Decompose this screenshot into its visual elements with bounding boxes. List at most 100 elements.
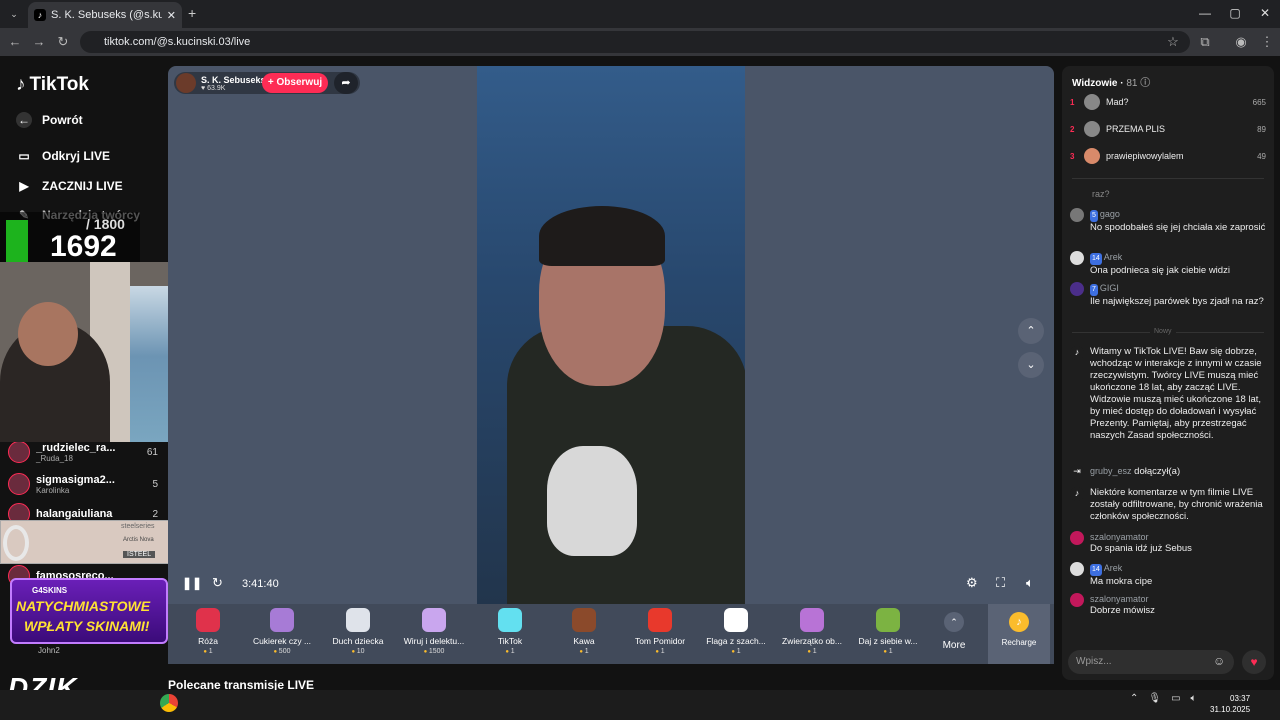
stream-timer: 3:41:40 xyxy=(242,578,279,590)
chat-input[interactable]: Wpisz... xyxy=(1068,650,1234,674)
avatar xyxy=(1070,282,1084,296)
avatar xyxy=(1070,562,1084,576)
steelseries-ad: steelseries Arctis Nova ISTEEL xyxy=(0,520,175,564)
volume-icon[interactable]: 🔈︎ xyxy=(1191,693,1197,704)
gift-item[interactable]: Wiruj i delektu...1500 xyxy=(398,608,470,660)
tab-title: S. K. Sebuseks (@s.kucinski xyxy=(51,9,162,21)
gift-item[interactable]: Cukierek czy ...500 xyxy=(246,608,318,660)
live-list-item[interactable]: _rudzielec_ra... _Ruda_18 61 xyxy=(8,438,158,466)
chat-message[interactable]: 7 GIGI Ile największej parówek bys zjadł n… xyxy=(1070,282,1266,308)
avatar xyxy=(1070,251,1084,265)
avatar xyxy=(1070,531,1084,545)
recharge-button[interactable]: ♪ Recharge xyxy=(988,604,1050,664)
chevron-up-icon[interactable]: ⌃ xyxy=(1018,318,1044,344)
coin-icon: ♪ xyxy=(1009,612,1029,632)
gift-icon xyxy=(422,608,446,632)
settings-icon[interactable]: ⚙ xyxy=(966,575,978,591)
avatar xyxy=(1084,94,1100,110)
shirt-print xyxy=(547,446,637,556)
fullscreen-icon[interactable]: ⛶ xyxy=(996,575,1005,591)
gift-item[interactable]: Róża1 xyxy=(172,608,244,660)
gift-item[interactable]: Flaga z szach...1 xyxy=(700,608,772,660)
network-icon[interactable]: ▭ xyxy=(1171,693,1180,704)
close-window-button[interactable]: ✕ xyxy=(1250,4,1280,22)
chat-message[interactable]: 14 Arek Ma mokra cipe xyxy=(1070,562,1266,588)
close-tab-icon[interactable]: ✕ xyxy=(167,9,176,22)
stream-video-frame xyxy=(477,66,745,604)
chat-message[interactable]: 14 Arek Ona podnieca się jak ciebie widzi xyxy=(1070,251,1266,277)
gift-item[interactable]: Zwierzątko ob...1 xyxy=(776,608,848,660)
tiktok-note-icon: ♪ xyxy=(16,74,26,95)
gift-icon xyxy=(648,608,672,632)
gift-icon xyxy=(800,608,824,632)
chrome-icon[interactable] xyxy=(160,694,178,712)
emoji-icon[interactable]: ☺ xyxy=(1213,654,1225,668)
viewers-header[interactable]: Widzowie · 81 ⓘ xyxy=(1072,74,1150,89)
back-arrow-icon[interactable]: ← xyxy=(6,33,24,51)
gift-icon xyxy=(876,608,900,632)
gift-icon xyxy=(572,608,596,632)
chat-message[interactable]: szalonyamator Dobrze mówisz xyxy=(1070,593,1266,617)
gift-item[interactable]: TikTok1 xyxy=(474,608,546,660)
profile-icon[interactable]: ◉ xyxy=(1232,33,1250,51)
pause-icon[interactable]: ❚❚ xyxy=(182,576,202,590)
reload-icon[interactable]: ↻ xyxy=(54,33,72,51)
new-tab-button[interactable]: + xyxy=(188,5,196,21)
browser-tab[interactable]: ♪ S. K. Sebuseks (@s.kucinski ✕ xyxy=(28,2,182,28)
arrow-left-icon: ← xyxy=(16,112,32,128)
forward-arrow-icon[interactable]: → xyxy=(30,33,48,51)
more-gifts-button[interactable]: ⌃ More xyxy=(938,612,970,651)
volume-icon[interactable]: 🔈︎ xyxy=(1026,575,1034,591)
back-button[interactable]: ← Powrót xyxy=(16,112,83,128)
tiktok-logo[interactable]: ♪ TikTok xyxy=(16,74,89,96)
chat-message[interactable]: 5 gago No spodobałeś się jej chciała xie z… xyxy=(1070,208,1266,234)
url-input[interactable]: tiktok.com/@s.kucinski.03/live xyxy=(80,31,1190,53)
refresh-icon[interactable]: ↻ xyxy=(212,575,223,591)
gift-item[interactable]: Tom Pomidor1 xyxy=(624,608,696,660)
sidebar-item-start-live[interactable]: ▶ ZACZNIJ LIVE xyxy=(16,178,122,194)
top-viewer-row[interactable]: 2 PRZEMA PLIS 89 xyxy=(1070,118,1266,140)
bookmark-star-icon[interactable]: ☆ xyxy=(1164,33,1182,51)
heart-icon[interactable]: ♥ xyxy=(1242,650,1266,674)
avatar xyxy=(1084,148,1100,164)
system-message: ♪ Witamy w TikTok LIVE! Baw się dobrze, w… xyxy=(1070,346,1266,442)
live-list-item[interactable]: sigmasigma2... Karolinka 5 xyxy=(8,470,158,498)
gift-item[interactable]: Daj z siebie w...1 xyxy=(852,608,924,660)
sidebar-item-discover-live[interactable]: ▭ Odkryj LIVE xyxy=(16,148,110,164)
system-message: ♪ Niektóre komentarze w tym filmie LIVE z… xyxy=(1070,487,1266,523)
new-messages-label: Nowy xyxy=(1150,328,1176,335)
gift-item[interactable]: Duch dziecka10 xyxy=(322,608,394,660)
promo-banner: G4SKINS NATYCHMIASTOWE WPŁATY SKINAMI! xyxy=(10,578,168,644)
gift-item[interactable]: Kawa1 xyxy=(548,608,620,660)
chat-partial: raz? xyxy=(1092,189,1110,199)
follow-button[interactable]: + Obserwuj xyxy=(262,73,328,93)
top-viewer-row[interactable]: 1 Mad? 665 xyxy=(1070,91,1266,113)
gift-icon xyxy=(270,608,294,632)
mic-icon[interactable]: 🎙︎ xyxy=(1148,693,1161,704)
host-likes: ♥ 63.9K xyxy=(201,84,226,92)
clock[interactable]: 03:37 31.10.2025 xyxy=(1210,693,1250,715)
live-list-sub: John2 xyxy=(38,646,60,655)
join-message: ⇥ gruby_esz dołączył(a) xyxy=(1070,465,1266,479)
host-avatar xyxy=(176,73,196,93)
divider xyxy=(1072,178,1264,179)
chevron-up-icon[interactable]: ⌃ xyxy=(1130,693,1138,704)
menu-icon[interactable]: ⋮ xyxy=(1258,33,1276,51)
chat-message[interactable]: szalonyamator Do spania idź już Sebus xyxy=(1070,531,1266,555)
maximize-button[interactable]: ▢ xyxy=(1220,4,1250,22)
tv-icon: ▭ xyxy=(18,149,30,163)
share-icon[interactable]: ➦ xyxy=(334,72,358,94)
person-hair xyxy=(539,206,665,266)
chevron-down-icon[interactable]: ⌄ xyxy=(1018,352,1044,378)
headphones-icon xyxy=(3,525,29,561)
avatar xyxy=(8,473,30,495)
progress-indicator xyxy=(6,220,28,264)
gift-icon xyxy=(498,608,522,632)
tab-search-icon[interactable]: ⌄ xyxy=(6,6,22,22)
extensions-icon[interactable]: ⧉ xyxy=(1196,33,1214,51)
top-viewer-row[interactable]: 3 prawiepiwowylalem 49 xyxy=(1070,145,1266,167)
taskbar xyxy=(0,690,1280,720)
minimize-button[interactable]: — xyxy=(1190,4,1220,22)
chevron-up-icon: ⌃ xyxy=(944,612,964,632)
camera-icon: ▶ xyxy=(19,179,29,193)
